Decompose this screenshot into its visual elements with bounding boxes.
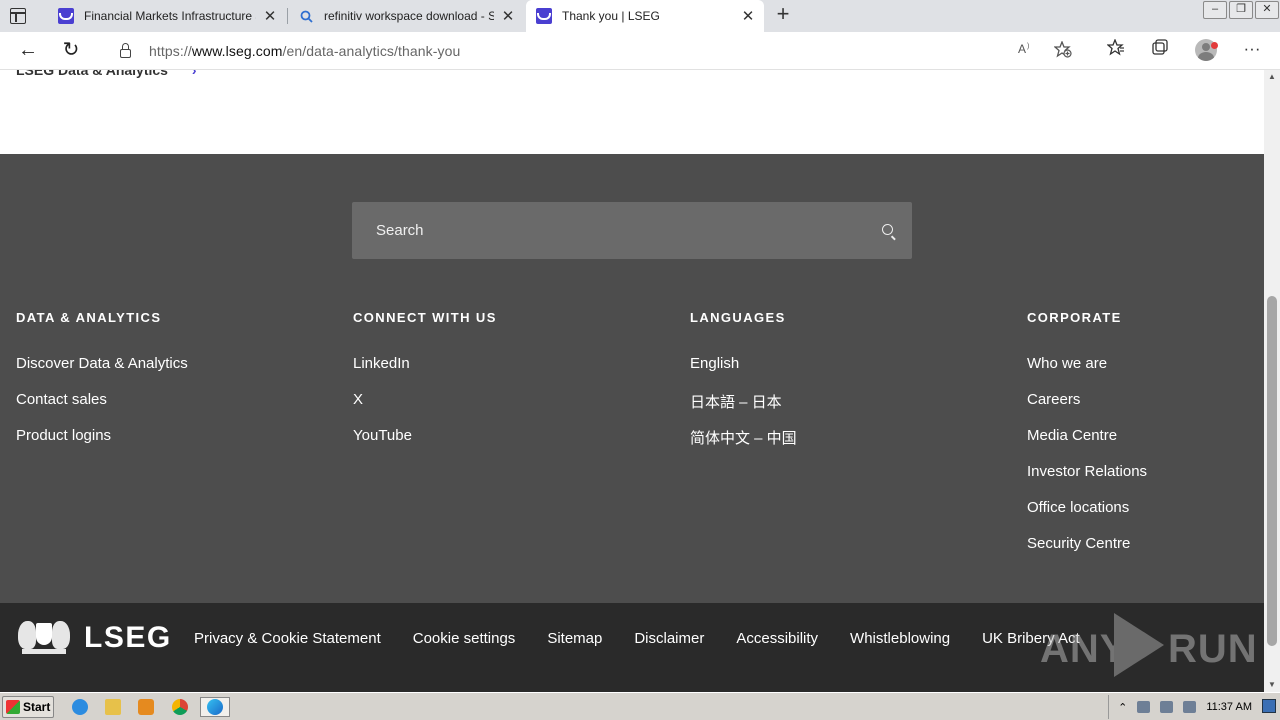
ie-icon[interactable] [68,697,92,717]
tab-title: Financial Markets Infrastructure a [84,9,256,23]
tab-title: Thank you | LSEG [562,9,660,23]
tab-actions-menu-icon[interactable] [10,8,26,24]
column-heading: DATA & ANALYTICS [16,310,162,325]
footer-link[interactable]: X [353,391,673,427]
column-heading: CONNECT WITH US [353,310,497,325]
windows-taskbar: Start ⌃ 11:37 AM [0,692,1280,720]
footer-legal-bar: LSEG Privacy & Cookie Statement Cookie s… [0,603,1264,692]
footer-link[interactable]: LinkedIn [353,355,673,391]
system-tray: ⌃ 11:37 AM [1108,695,1280,719]
footer-link[interactable]: Contact sales [16,391,336,427]
tab-refinitiv-search[interactable]: refinitiv workspace download - Se ✕ [288,0,524,32]
start-button[interactable]: Start [2,696,54,718]
favorites-icon[interactable] [1103,38,1129,61]
start-label: Start [23,700,51,714]
reload-button[interactable]: ↻ [58,38,84,64]
page-viewport: LSEG Data & Analytics › Search DATA & AN… [0,70,1264,692]
logo-text: LSEG [84,621,172,654]
footer-main: Search DATA & ANALYTICS Discover Data & … [0,154,1264,603]
legal-links: Privacy & Cookie Statement Cookie settin… [194,630,1080,647]
search-icon[interactable] [882,224,893,235]
lock-icon[interactable] [120,42,131,58]
folder-icon[interactable] [101,697,125,717]
legal-link[interactable]: Accessibility [736,630,818,647]
lseg-favicon-icon [58,8,74,24]
footer-link[interactable]: Discover Data & Analytics [16,355,336,391]
minimize-icon[interactable]: – [1203,1,1227,19]
scroll-thumb[interactable] [1267,296,1277,646]
browser-toolbar: ← ↻ https://www.lseg.com/en/data-analyti… [0,32,1280,70]
footer-link[interactable]: 简体中文 – 中国 [690,427,1010,463]
close-tab-icon[interactable]: ✕ [740,7,756,25]
anyrun-watermark: ANY RUN [1040,611,1257,681]
tab-thank-you[interactable]: Thank you | LSEG ✕ [526,0,764,32]
settings-more-icon[interactable]: ··· [1239,39,1265,59]
read-aloud-icon[interactable]: A) [1018,41,1034,62]
tab-strip: Financial Markets Infrastructure a ✕ ref… [0,0,1280,32]
footer-link[interactable]: 日本語 – 日本 [690,391,1010,427]
search-favicon-icon [298,8,314,24]
legal-link[interactable]: Disclaimer [634,630,704,647]
close-tab-icon[interactable]: ✕ [262,7,278,25]
column-heading: LANGUAGES [690,310,786,325]
collections-icon[interactable] [1147,39,1173,61]
legal-link[interactable]: Sitemap [547,630,602,647]
volume-icon[interactable] [1137,701,1151,713]
footer-column-data-analytics: DATA & ANALYTICS Discover Data & Analyti… [16,310,336,463]
legal-link[interactable]: Whistleblowing [850,630,950,647]
profile-status-dot [1211,42,1218,49]
chrome-icon[interactable] [168,697,192,717]
lseg-logo[interactable]: LSEG [16,619,172,657]
footer-column-languages: LANGUAGES English 日本語 – 日本 简体中文 – 中国 [690,310,1010,463]
url-text[interactable]: https://www.lseg.com/en/data-analytics/t… [149,43,460,59]
network-icon[interactable] [1160,701,1174,713]
tray-expand-icon[interactable]: ⌃ [1118,701,1127,714]
lseg-favicon-icon [536,8,552,24]
legal-link[interactable]: Privacy & Cookie Statement [194,630,381,647]
vertical-scrollbar[interactable]: ▲ ▼ [1264,70,1280,692]
footer-link[interactable]: Security Centre [1027,535,1257,571]
edge-icon[interactable] [200,697,230,717]
new-tab-button[interactable]: + [772,3,794,26]
footer-column-corporate: CORPORATE Who we are Careers Media Centr… [1027,310,1257,571]
footer-link[interactable]: Office locations [1027,499,1257,535]
svg-text:A: A [1018,42,1026,55]
close-tab-icon[interactable]: ✕ [500,7,516,25]
media-player-icon[interactable] [134,697,158,717]
restore-icon[interactable]: ❐ [1229,1,1253,19]
footer-link[interactable]: YouTube [353,427,673,463]
crest-icon [16,619,72,657]
footer-link[interactable]: Who we are [1027,355,1257,391]
footer-link[interactable]: Product logins [16,427,336,463]
legal-link[interactable]: Cookie settings [413,630,516,647]
tab-financial-markets[interactable]: Financial Markets Infrastructure a ✕ [48,0,286,32]
svg-text:): ) [1027,43,1029,50]
action-center-flag-icon[interactable] [1183,701,1197,713]
scroll-up-icon[interactable]: ▲ [1264,70,1280,84]
back-button[interactable]: ← [15,38,41,64]
address-bar[interactable]: https://www.lseg.com/en/data-analytics/t… [100,36,1084,66]
clock[interactable]: 11:37 AM [1206,701,1252,713]
windows-logo-icon [6,700,20,714]
footer-link[interactable]: Media Centre [1027,427,1257,463]
breadcrumb-label[interactable]: LSEG Data & Analytics [16,70,168,78]
footer-link[interactable]: English [690,355,1010,391]
footer-link[interactable]: Careers [1027,391,1257,427]
window-controls: – ❐ ✕ [1202,0,1280,20]
add-favorite-icon[interactable] [1053,40,1072,62]
footer-link[interactable]: Investor Relations [1027,463,1257,499]
search-input[interactable]: Search [376,222,424,239]
column-heading: CORPORATE [1027,310,1122,325]
close-window-icon[interactable]: ✕ [1255,1,1279,19]
show-desktop-icon[interactable] [1262,699,1276,713]
address-bar-actions: A) [1018,40,1072,62]
chevron-right-icon: › [191,70,197,78]
tab-title: refinitiv workspace download - Se [324,9,494,23]
footer-search-box[interactable]: Search [352,202,912,259]
breadcrumb[interactable]: LSEG Data & Analytics › [16,70,197,78]
scroll-down-icon[interactable]: ▼ [1264,678,1280,692]
footer-column-connect: CONNECT WITH US LinkedIn X YouTube [353,310,673,463]
